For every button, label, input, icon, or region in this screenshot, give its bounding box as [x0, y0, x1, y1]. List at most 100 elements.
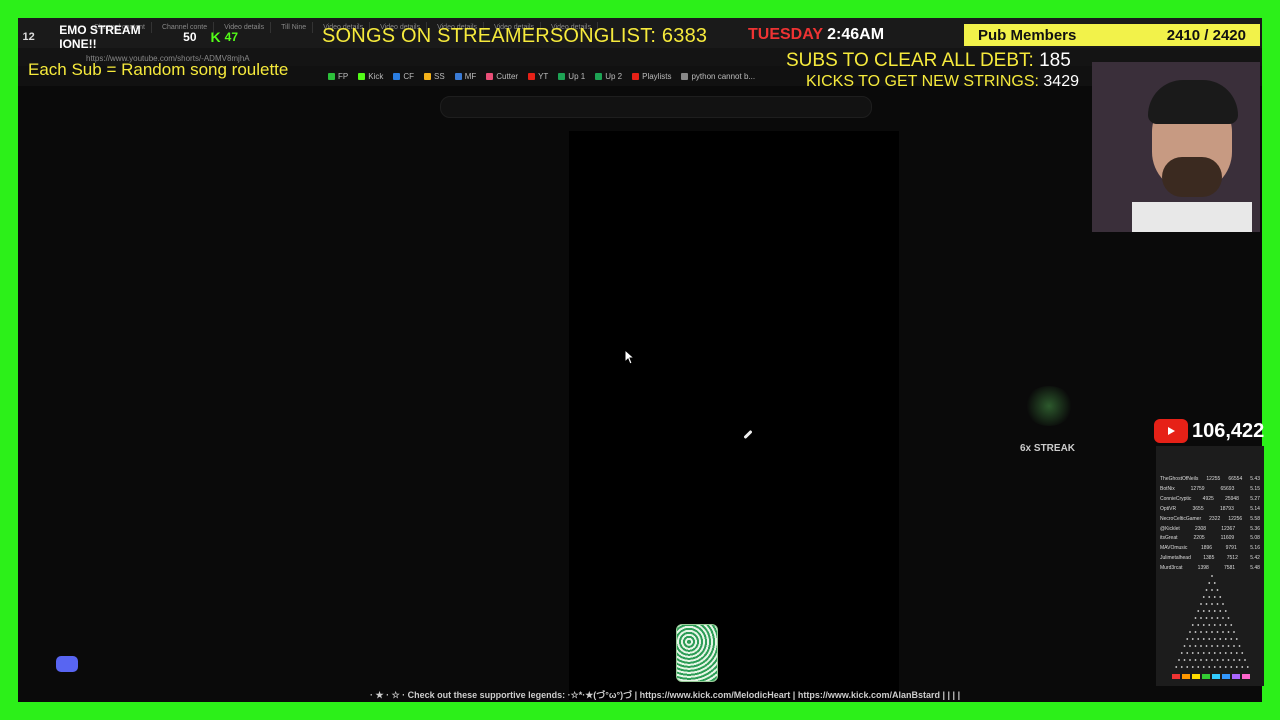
leaderboard-cell-name: NecroCelticGamer: [1160, 515, 1202, 522]
bookmark-icon: [681, 72, 689, 80]
plinko-peg: [1238, 659, 1241, 661]
plinko-peg: [1189, 631, 1191, 633]
plinko-peg: [1200, 659, 1202, 661]
bookmark-item[interactable]: MF: [454, 72, 476, 81]
bookmark-item[interactable]: CF: [393, 72, 414, 81]
plinko-bin: [1242, 674, 1250, 679]
plinko-peg: [1194, 617, 1197, 619]
plinko-peg: [1186, 652, 1189, 654]
plinko-peg: [1224, 624, 1227, 626]
plinko-peg: [1202, 666, 1205, 668]
plinko-peg: [1191, 666, 1194, 668]
youtube-search-input[interactable]: [440, 96, 872, 118]
plinko-peg: [1205, 659, 1208, 661]
leaderboard-cell-c: 5.42: [1250, 555, 1260, 562]
plinko-peg: [1205, 589, 1208, 591]
bookmark-icon: [393, 72, 401, 80]
stream-counter-bar: 12 EMO STREAM IONE!! 50 K 47: [18, 23, 238, 51]
plinko-peg: [1235, 666, 1238, 668]
plinko-peg: [1227, 659, 1230, 661]
plinko-peg: [1186, 638, 1189, 640]
pub-members-bar: Pub Members 2410 / 2420: [964, 24, 1260, 46]
bookmark-label: Up 2: [605, 71, 623, 81]
bookmark-icon: [632, 72, 640, 80]
bookmark-icon: [558, 72, 566, 80]
clock: TUESDAY 2:46AM: [748, 26, 884, 44]
plinko-peg: [1219, 624, 1222, 626]
plinko-peg: [1216, 659, 1219, 661]
leaderboard-row: Julimetalhead 1385 7512 5.42: [1156, 554, 1264, 564]
leaderboard-cell-c: 5.36: [1250, 525, 1260, 532]
leaderboard-cell-c: 5.08: [1250, 535, 1260, 542]
bookmark-item[interactable]: Kick: [358, 72, 383, 81]
leaderboard-cell-name: itsGreat: [1160, 535, 1178, 542]
plinko-peg: [1197, 624, 1200, 626]
leaderboard-cell-a: 3655: [1192, 505, 1204, 512]
bookmark-icon: [595, 72, 603, 80]
plinko-peg: [1208, 596, 1211, 598]
leaderboard-cell-b: 25948: [1225, 495, 1239, 502]
leaderboard-cell-name: TheGhostOfNeils: [1160, 476, 1199, 482]
plinko-peg: [1200, 645, 1202, 647]
plinko-bin: [1212, 674, 1220, 679]
plinko-peg: [1219, 610, 1222, 612]
bookmark-item[interactable]: Cutter: [486, 72, 518, 81]
plinko-peg: [1197, 610, 1200, 612]
plinko-peg: [1197, 638, 1200, 640]
bookmark-icon: [454, 72, 462, 80]
leaderboard-cell-a: 2205: [1193, 535, 1205, 542]
bookmark-item[interactable]: SS: [424, 72, 445, 81]
jar-image: [676, 624, 718, 682]
leaderboard-cell-b: 11609: [1220, 535, 1235, 542]
plinko-peg: [1246, 666, 1249, 668]
bookmark-item[interactable]: Up 2: [595, 72, 622, 81]
youtube-count: 106,422: [1192, 419, 1265, 442]
bookmark-item[interactable]: Up 1: [558, 72, 585, 81]
plinko-peg: [1224, 652, 1227, 654]
plinko-peg: [1230, 652, 1233, 654]
plinko-bin: [1232, 674, 1240, 679]
plinko-peg: [1175, 666, 1178, 668]
kick-icon: K: [210, 29, 221, 45]
browser-tab[interactable]: Till Nine: [275, 22, 314, 33]
plinko-peg: [1233, 645, 1235, 647]
bookmark-label: YT: [538, 71, 549, 81]
plinko-peg: [1194, 631, 1197, 633]
plinko-peg: [1194, 645, 1197, 647]
kicks-goal: KICKS TO GET NEW STRINGS: 3429: [806, 73, 1079, 91]
pub-label: Pub Members: [978, 26, 1077, 44]
plinko-peg: [1194, 659, 1197, 661]
bookmark-item[interactable]: Playlists: [632, 72, 671, 81]
plinko-peg: [1211, 617, 1213, 619]
songs-label: SONGS ON STREAMERSONGLIST:: [322, 25, 657, 47]
youtube-icon: [1154, 419, 1188, 443]
plinko-peg: [1241, 652, 1244, 654]
shorts-video-player[interactable]: [569, 131, 899, 700]
leaderboard-cell-b: 9791: [1225, 545, 1237, 552]
plinko-peg: [1202, 596, 1205, 598]
plinko-bin: [1182, 674, 1190, 679]
leaderboard-cell-b: 12367: [1221, 525, 1236, 532]
plinko-peg: [1219, 652, 1222, 654]
bookmark-item[interactable]: python cannot b...: [681, 72, 755, 81]
bookmark-label: Playlists: [642, 71, 672, 81]
plinko-peg: [1227, 631, 1230, 633]
plinko-peg: [1230, 624, 1233, 626]
leaderboard-cell-name: Julimetalhead: [1160, 555, 1191, 562]
bookmark-item[interactable]: YT: [528, 72, 548, 81]
plinko-peg: [1202, 652, 1205, 654]
bookmark-item[interactable]: FP: [328, 72, 348, 81]
plinko-peg: [1213, 666, 1216, 668]
leaderboard-cell-a: 1896: [1200, 545, 1213, 552]
counter-left: 12: [22, 31, 35, 43]
supporter-ticker: · ★ · ☆ · Check out these supportive leg…: [370, 690, 961, 700]
bookmark-label: SS: [434, 71, 445, 81]
plinko-bin: [1222, 674, 1230, 679]
subs-value: 185: [1039, 50, 1071, 71]
plinko-peg: [1213, 638, 1216, 640]
streak-label: 6x STREAK: [1020, 443, 1076, 454]
plinko-peg: [1233, 631, 1235, 633]
subs-label: SUBS TO CLEAR ALL DEBT:: [786, 50, 1034, 71]
subs-goal: SUBS TO CLEAR ALL DEBT: 185: [786, 50, 1071, 72]
plinko-peg: [1222, 617, 1224, 619]
